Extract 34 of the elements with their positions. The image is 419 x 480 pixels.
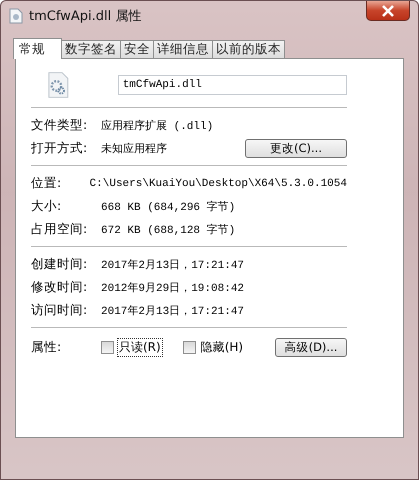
- field-value: 应用程序扩展 (.dll): [101, 118, 214, 133]
- tab[interactable]: 以前的版本: [212, 40, 285, 58]
- field-label: 属性:: [31, 338, 62, 356]
- advanced-button[interactable]: 高级(D)...: [275, 338, 347, 356]
- field-value: 未知应用程序: [101, 142, 168, 156]
- close-icon: [381, 4, 395, 16]
- field-label: 访问时间:: [31, 302, 88, 319]
- window-title: tmCfwApi.dll 属性: [29, 8, 142, 25]
- tab[interactable]: 常规: [13, 38, 62, 59]
- checkbox-label[interactable]: 只读(R): [117, 338, 163, 356]
- field-value: 2017年2月13日，17:21:47: [101, 304, 246, 318]
- checkbox-label[interactable]: 隐藏(H): [198, 338, 246, 356]
- field-value: 2012年9月29日，19:08:42: [101, 281, 246, 295]
- file-icon: [9, 8, 23, 24]
- field-value: 2017年2月13日，17:21:47: [101, 258, 246, 272]
- field-value: C:\Users\KuaiYou\Desktop\X64\5.3.0.1054: [90, 178, 347, 190]
- field-value: 672 KB (688,128 字节): [101, 222, 236, 237]
- field-label: 位置:: [31, 175, 62, 192]
- field-label: 文件类型:: [31, 117, 88, 134]
- field-label: 大小:: [31, 198, 62, 215]
- change-button[interactable]: 更改(C)...: [245, 139, 347, 158]
- gear-file-icon: [47, 71, 70, 99]
- file-name-field[interactable]: tmCfwApi.dll: [118, 75, 347, 95]
- close-button[interactable]: [366, 1, 410, 21]
- field-value: 668 KB (684,296 字节): [101, 200, 236, 214]
- field-label: 修改时间:: [31, 279, 88, 296]
- field-label: 创建时间:: [31, 256, 88, 273]
- field-label: 打开方式:: [31, 140, 88, 157]
- checkbox[interactable]: [101, 340, 114, 354]
- field-label: 占用空间:: [31, 221, 88, 238]
- tab[interactable]: 详细信息: [153, 40, 213, 58]
- checkbox[interactable]: [182, 340, 196, 354]
- tab[interactable]: 数字签名: [61, 40, 121, 58]
- tab[interactable]: 安全: [120, 40, 154, 58]
